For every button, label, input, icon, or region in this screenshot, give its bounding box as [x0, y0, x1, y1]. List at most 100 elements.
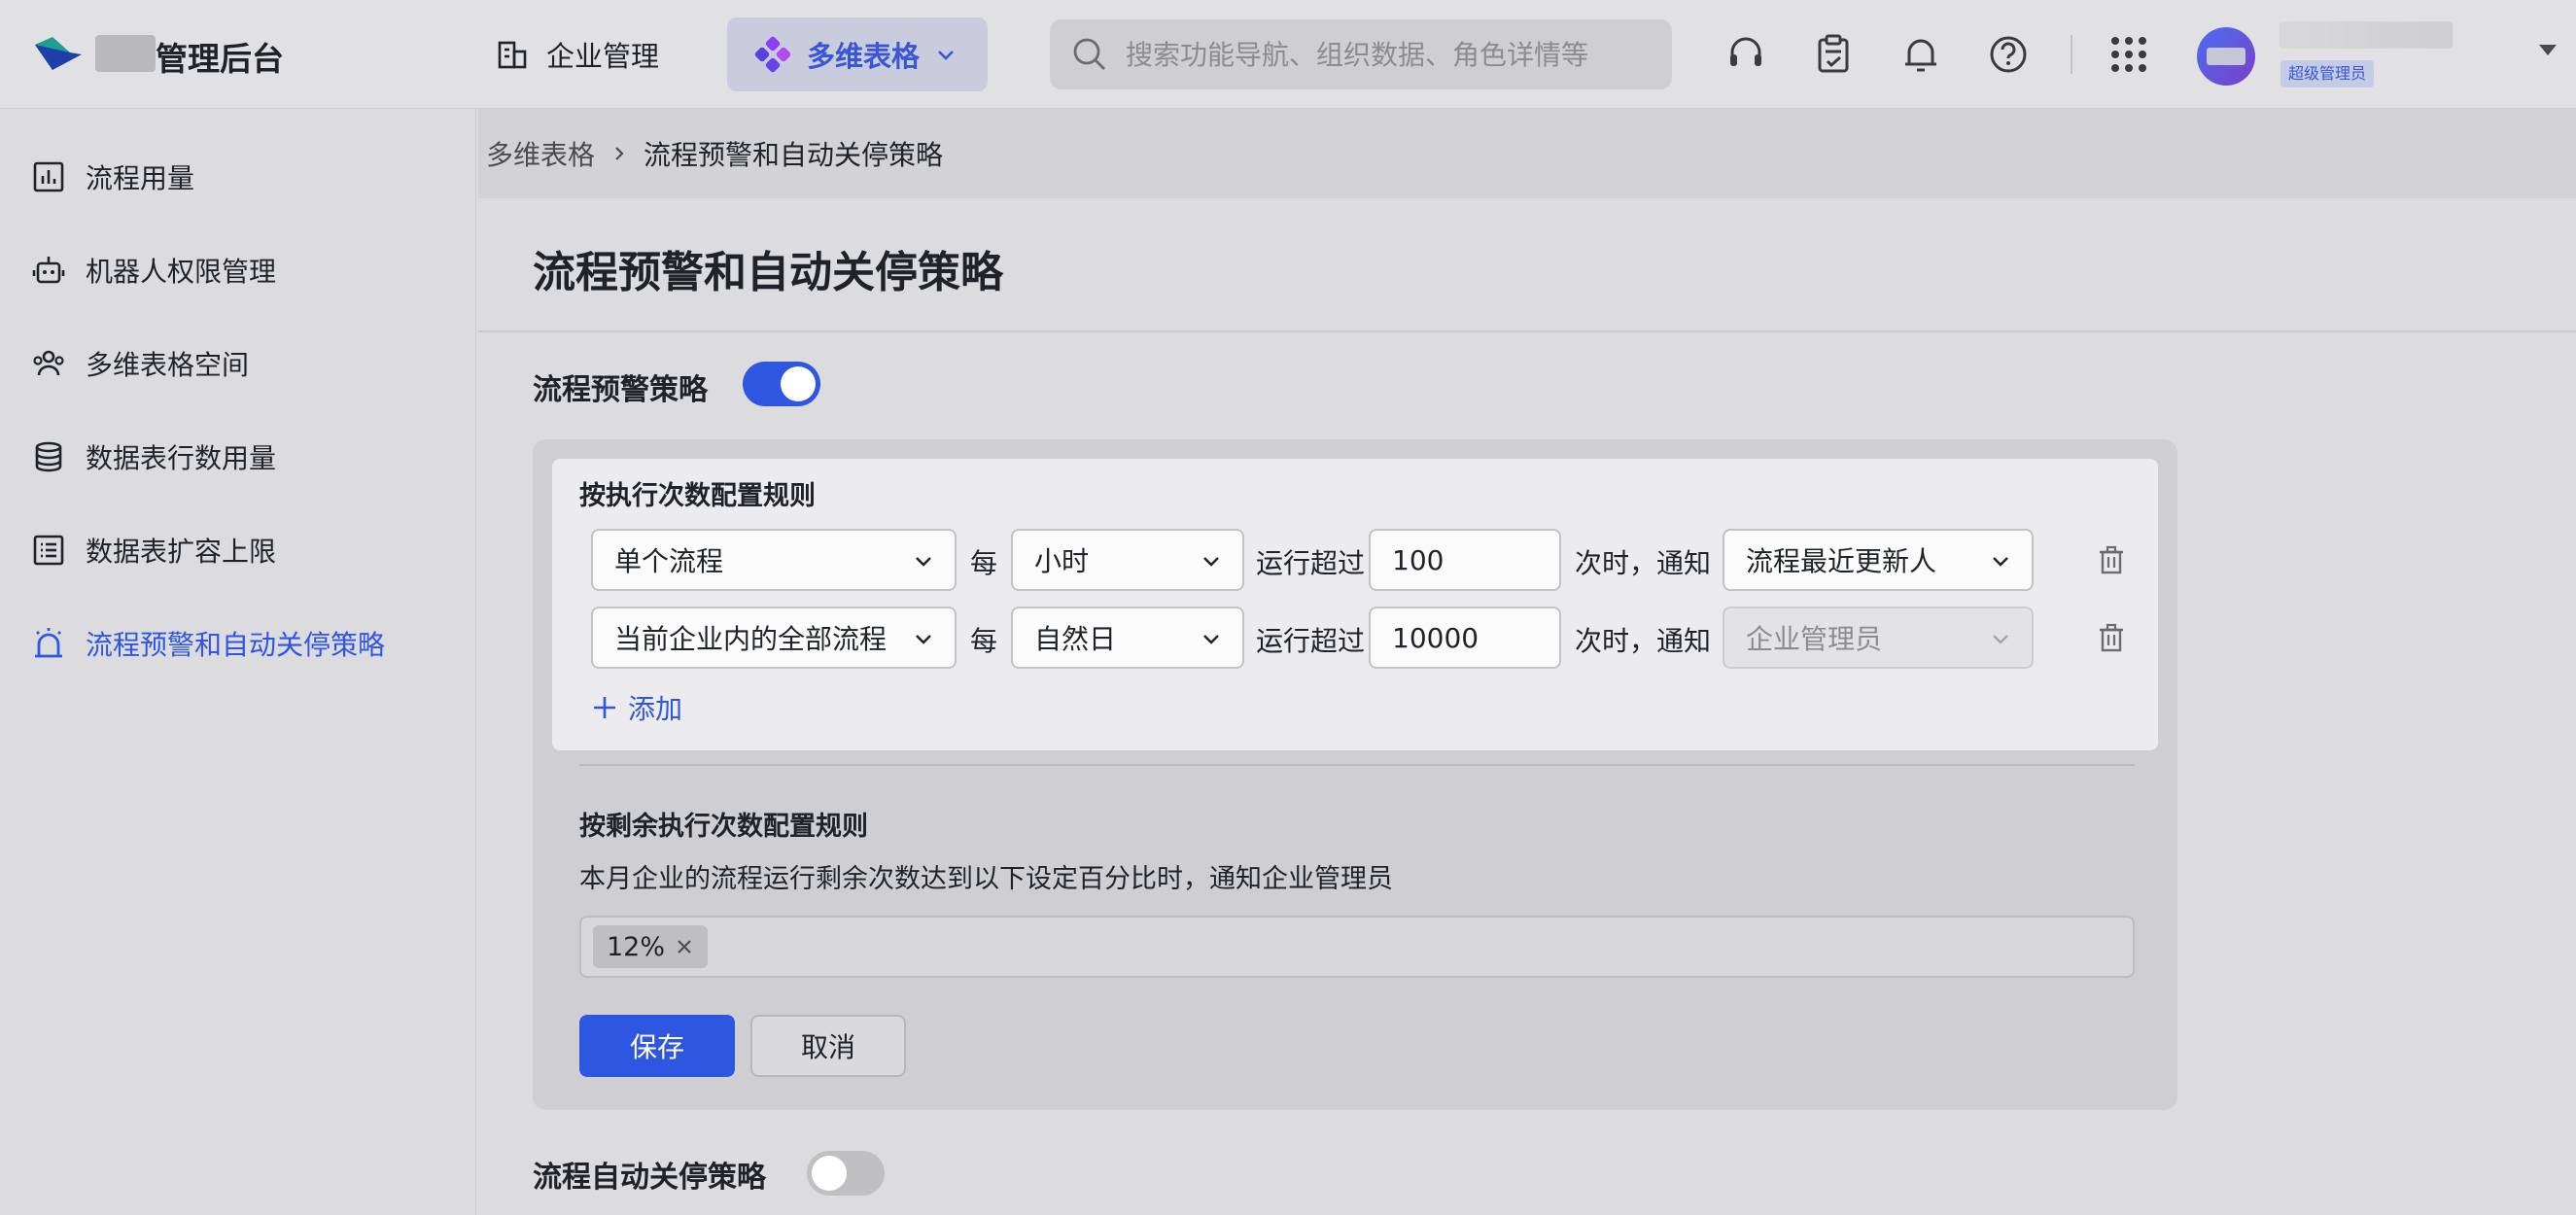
nav-company-label: 企业管理 [546, 40, 660, 73]
title-divider [478, 330, 2576, 332]
chevron-down-icon [916, 557, 931, 567]
redacted-org-name [95, 35, 156, 72]
scope-select[interactable]: 单个流程 [591, 529, 957, 591]
chevron-right-icon [615, 147, 624, 160]
shutdown-policy-label: 流程自动关停策略 [533, 1161, 766, 1195]
rule-row: 单个流程 每 小时 运行超过 次时，通知 流程最近更新人 [591, 529, 2146, 591]
building-icon [498, 41, 527, 69]
app-title: 管理后台 [156, 40, 284, 78]
save-button[interactable]: 保存 [579, 1015, 735, 1077]
remaining-rule-title: 按剩余执行次数配置规则 [579, 812, 868, 842]
shutdown-policy-toggle[interactable] [807, 1151, 885, 1196]
notify-select-value: 企业管理员 [1746, 623, 1883, 655]
chevron-down-icon [938, 51, 954, 60]
notify-label: 次时，通知 [1575, 547, 1712, 579]
chevron-down-icon [1203, 557, 1219, 567]
nav-company-management[interactable]: 企业管理 [496, 21, 659, 87]
sidebar-item-label: 流程预警和自动关停策略 [86, 629, 386, 661]
run-exceed-label: 运行超过 [1256, 547, 1366, 579]
panel-divider [579, 764, 2135, 766]
robot-icon [32, 257, 65, 284]
plus-icon [594, 697, 615, 718]
nav-tables-label: 多维表格 [807, 40, 921, 73]
page-title: 流程预警和自动关停策略 [533, 248, 1003, 297]
toggle-knob [812, 1156, 847, 1191]
notify-select[interactable]: 流程最近更新人 [1723, 529, 2034, 591]
rule-row: 当前企业内的全部流程 每 自然日 运行超过 次时，通知 企业管理员 [591, 607, 2146, 669]
clipboard-check-icon[interactable] [1812, 33, 1855, 76]
multidim-table-icon [754, 36, 791, 73]
chevron-down-icon [1993, 635, 2008, 644]
period-select[interactable]: 自然日 [1011, 607, 1244, 669]
sidebar: 流程用量 机器人权限管理 多维表格空间 数据表行数用量 数据表扩容上限 流程预警… [0, 109, 476, 1215]
sidebar-item-robot-permissions[interactable]: 机器人权限管理 [31, 241, 276, 299]
bell-icon[interactable] [1899, 33, 1942, 76]
breadcrumb-current: 流程预警和自动关停策略 [644, 139, 944, 171]
search-input[interactable] [1126, 38, 1651, 71]
warning-policy-toggle[interactable] [743, 362, 820, 406]
percentage-tag-label: 12% [607, 931, 666, 962]
trash-icon[interactable] [2096, 544, 2127, 575]
toggle-knob [781, 366, 816, 401]
users-icon [33, 350, 64, 376]
user-avatar[interactable] [2197, 27, 2255, 86]
add-rule-label: 添加 [628, 693, 683, 725]
percentage-tag: 12% [593, 925, 709, 968]
list-icon [33, 535, 64, 566]
header-divider [2071, 35, 2072, 74]
notify-select-value: 流程最近更新人 [1746, 545, 1937, 577]
sidebar-item-label: 数据表扩容上限 [86, 536, 277, 568]
count-input[interactable] [1369, 607, 1561, 669]
count-rule-title: 按执行次数配置规则 [579, 481, 816, 511]
sidebar-item-label: 数据表行数用量 [86, 442, 277, 474]
close-icon[interactable] [675, 937, 694, 956]
trash-icon[interactable] [2096, 622, 2127, 653]
app-grid-icon[interactable] [2107, 33, 2150, 76]
warning-policy-panel: 按执行次数配置规则 单个流程 每 小时 运行超过 次时，通知 流程最近更新人 [533, 439, 2177, 1110]
per-label: 每 [970, 547, 998, 579]
help-icon[interactable] [1987, 33, 2030, 76]
count-rule-box: 按执行次数配置规则 单个流程 每 小时 运行超过 次时，通知 流程最近更新人 [552, 459, 2158, 750]
main-content: 流程预警和自动关停策略 流程预警策略 按执行次数配置规则 单个流程 每 小时 运… [478, 198, 2576, 1215]
chevron-down-icon [1993, 557, 2008, 567]
scope-select-value: 当前企业内的全部流程 [614, 623, 888, 655]
period-select-value: 小时 [1034, 545, 1090, 577]
nav-multidim-tables[interactable]: 多维表格 [727, 17, 988, 91]
bar-chart-icon [33, 161, 64, 192]
role-badge: 超级管理员 [2280, 60, 2375, 87]
breadcrumb-parent[interactable]: 多维表格 [486, 134, 595, 173]
alarm-icon [35, 628, 62, 658]
sidebar-item-flow-alert-policy[interactable]: 流程预警和自动关停策略 [31, 614, 385, 673]
remaining-rule-description: 本月企业的流程运行剩余次数达到以下设定百分比时，通知企业管理员 [579, 864, 1393, 894]
sidebar-item-row-usage[interactable]: 数据表行数用量 [31, 428, 276, 486]
sidebar-item-table-spaces[interactable]: 多维表格空间 [31, 334, 249, 393]
warning-policy-label: 流程预警策略 [533, 373, 708, 407]
sidebar-item-flow-usage[interactable]: 流程用量 [31, 148, 194, 206]
headset-icon[interactable] [1724, 33, 1767, 76]
per-label: 每 [970, 625, 998, 657]
sidebar-item-capacity-limit[interactable]: 数据表扩容上限 [31, 521, 276, 579]
chevron-down-icon [1203, 635, 1219, 644]
notify-label: 次时，通知 [1575, 625, 1712, 657]
user-menu-caret-icon[interactable] [2539, 45, 2557, 55]
search-icon [1073, 38, 1105, 70]
brand-logo-icon [35, 37, 82, 70]
period-select-value: 自然日 [1034, 623, 1117, 655]
sidebar-item-label: 多维表格空间 [86, 349, 250, 381]
chevron-down-icon [916, 635, 931, 644]
scope-select-value: 单个流程 [614, 545, 724, 577]
run-exceed-label: 运行超过 [1256, 625, 1366, 657]
percentage-tag-input[interactable]: 12% [579, 916, 2135, 978]
redacted-user-name [2280, 21, 2453, 49]
breadcrumb: 多维表格 流程预警和自动关停策略 [478, 109, 2576, 198]
database-icon [35, 441, 62, 472]
notify-select-disabled: 企业管理员 [1723, 607, 2034, 669]
period-select[interactable]: 小时 [1011, 529, 1244, 591]
scope-select[interactable]: 当前企业内的全部流程 [591, 607, 957, 669]
count-input[interactable] [1369, 529, 1561, 591]
cancel-button[interactable]: 取消 [750, 1015, 906, 1077]
add-rule-button[interactable]: 添加 [591, 688, 682, 727]
top-bar: 管理后台 企业管理 多维表格 搜索功能导航、组织数据、角色详情等 超级管理员 [0, 0, 2576, 109]
global-search[interactable] [1050, 19, 1672, 89]
sidebar-item-label: 流程用量 [86, 162, 195, 194]
